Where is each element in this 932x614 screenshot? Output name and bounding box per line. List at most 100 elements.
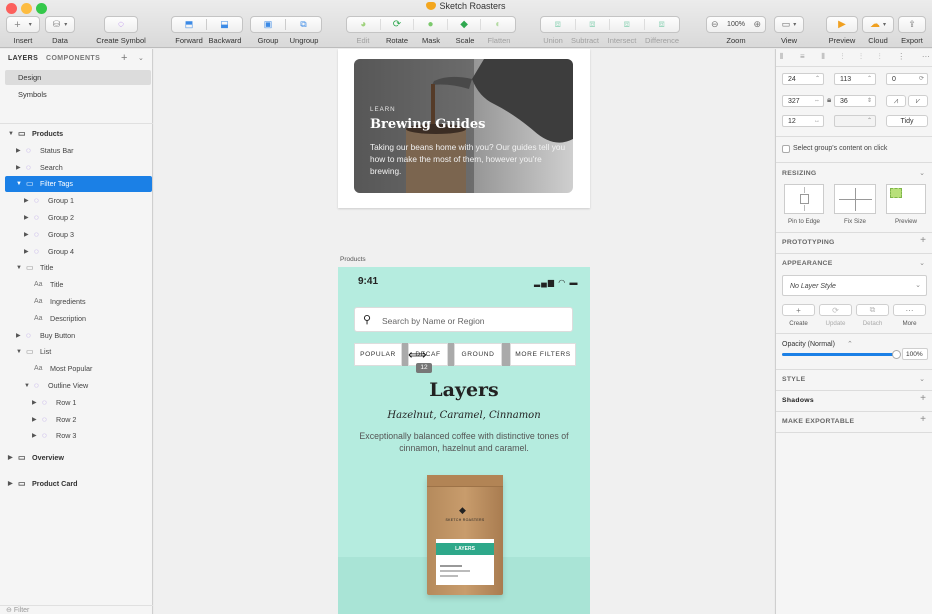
distribute-vertical-icon[interactable]: ⋯	[922, 52, 930, 64]
mask-icon[interactable]: ●	[414, 19, 448, 30]
layer-row[interactable]: ▼ ▭ List	[0, 344, 153, 360]
products-artboard[interactable]: 9:41 ▂▄▆ ◠ ▬ ⚲ Search by Name or Region …	[338, 267, 590, 614]
canvas[interactable]: LEARN Brewing Guides Taking our beans ho…	[154, 49, 774, 614]
artboard-label[interactable]: Products	[340, 256, 366, 263]
disclosure-closed-icon[interactable]: ▶	[8, 476, 13, 492]
y-input[interactable]: 113 ⌃	[834, 73, 876, 85]
disclosure-open-icon[interactable]: ▼	[8, 126, 14, 142]
data-button[interactable]: ⛁ ▾	[45, 16, 75, 33]
add-export-icon[interactable]: +	[920, 414, 926, 425]
disclosure-closed-icon[interactable]: ▶	[32, 412, 37, 428]
layer-row[interactable]: ▶ ▭ Overview	[0, 450, 153, 466]
search-bar[interactable]: ⚲ Search by Name or Region	[354, 307, 573, 332]
detach-style-icon[interactable]: ⧉	[856, 304, 889, 316]
view-button[interactable]: ▭ ▾	[774, 16, 804, 33]
create-style-icon[interactable]: +	[782, 304, 815, 316]
disclosure-closed-icon[interactable]: ▶	[24, 210, 29, 226]
collapse-pages-icon[interactable]: ⌄	[138, 54, 144, 62]
align-middle-icon[interactable]: ⫶	[860, 52, 862, 64]
insert-button[interactable]: + ▾	[6, 16, 40, 33]
layer-row[interactable]: ▶ ◌ Row 1	[0, 395, 153, 411]
group-icon[interactable]: ▣	[251, 19, 287, 30]
intersect-icon[interactable]: ⧈	[610, 19, 645, 30]
zoom-in-icon[interactable]: ⊕	[753, 19, 761, 30]
scale-icon[interactable]: ◆	[448, 19, 482, 30]
rotation-input[interactable]: 0 ⟳	[886, 73, 928, 85]
overview-artboard[interactable]: LEARN Brewing Guides Taking our beans ho…	[338, 49, 590, 208]
layer-row[interactable]: Aa Most Popular	[0, 361, 153, 377]
align-left-icon[interactable]: ⫴	[780, 52, 783, 64]
layer-row[interactable]: ▶ ◌ Group 1	[0, 193, 153, 209]
select-group-checkbox[interactable]	[782, 145, 790, 153]
page-symbols[interactable]: Symbols	[5, 87, 151, 102]
fix-size-control[interactable]	[834, 184, 876, 214]
disclosure-closed-icon[interactable]: ▶	[24, 244, 29, 260]
disclosure-closed-icon[interactable]: ▶	[24, 193, 29, 209]
tab-components[interactable]: COMPONENTS	[46, 55, 100, 62]
page-design[interactable]: Design	[5, 70, 151, 85]
tab-layers[interactable]: LAYERS	[8, 55, 38, 62]
layer-row[interactable]: ▶ ◌ Buy Button	[0, 328, 153, 344]
disclosure-closed-icon[interactable]: ▶	[16, 143, 21, 159]
layer-row[interactable]: Aa Ingredients	[0, 294, 153, 310]
layer-row[interactable]: ▼ ◌ Outline View	[0, 378, 153, 394]
filter-tag-ground[interactable]: GROUND	[454, 343, 502, 366]
layer-row[interactable]: ▼ ▭ Title	[0, 260, 153, 276]
layer-row[interactable]: ▶ ◌ Row 3	[0, 428, 153, 444]
disclosure-closed-icon[interactable]: ▶	[16, 160, 21, 176]
flatten-icon[interactable]: ◐	[481, 19, 515, 30]
disclosure-open-icon[interactable]: ▼	[16, 344, 22, 360]
flip-vertical-icon[interactable]: ⩗	[908, 95, 928, 107]
layer-row[interactable]: Aa Description	[0, 311, 153, 327]
flip-horizontal-icon[interactable]: ⩘	[886, 95, 906, 107]
opacity-mode-stepper-icon[interactable]: ⌃	[847, 340, 853, 348]
union-icon[interactable]: ⧈	[541, 19, 576, 30]
chevron-down-icon[interactable]: ⌄	[919, 169, 925, 177]
layer-row[interactable]: ▶ ◌ Status Bar	[0, 143, 153, 159]
align-top-icon[interactable]: ⫶	[841, 52, 843, 64]
layer-style-select[interactable]: No Layer Style ⌄	[782, 275, 927, 296]
forward-icon[interactable]: ⬒	[172, 19, 208, 30]
chevron-down-icon[interactable]: ⌄	[919, 259, 925, 267]
layer-row[interactable]: ▶ ◌ Group 2	[0, 210, 153, 226]
rotate-icon[interactable]: ⟳	[381, 19, 415, 30]
more-style-icon[interactable]: ···	[893, 304, 926, 316]
layer-row[interactable]: ▶ ▭ Product Card	[0, 476, 153, 492]
align-right-icon[interactable]: ⫴	[821, 52, 824, 64]
filter-tag-more[interactable]: MORE FILTERS	[510, 343, 576, 366]
align-center-icon[interactable]: ≡	[800, 52, 805, 64]
edit-icon[interactable]: ◕	[347, 19, 381, 30]
create-symbol-button[interactable]: ◌	[104, 16, 138, 33]
height-input[interactable]: 36 ⇕	[834, 95, 876, 107]
tidy-button[interactable]: Tidy	[886, 115, 928, 127]
disclosure-closed-icon[interactable]: ▶	[24, 227, 29, 243]
ungroup-icon[interactable]: ⧉	[286, 19, 321, 30]
vertical-spacing-input[interactable]: ⌃	[834, 115, 876, 127]
preview-button[interactable]: ▶	[826, 16, 858, 33]
layer-row[interactable]: Aa Title	[0, 277, 153, 293]
add-shadow-icon[interactable]: +	[920, 393, 926, 404]
disclosure-open-icon[interactable]: ▼	[24, 378, 30, 394]
cloud-button[interactable]: ☁ ▾	[862, 16, 894, 33]
add-page-icon[interactable]: +	[121, 52, 127, 64]
layer-row[interactable]: ▶ ◌ Group 4	[0, 244, 153, 260]
layer-row[interactable]: ▼ ▭ Filter Tags	[5, 176, 152, 193]
filter-field[interactable]: ⊖ Filter	[6, 606, 29, 614]
lock-icon[interactable]: 🔒︎	[827, 95, 831, 105]
chevron-down-icon[interactable]: ⌄	[919, 375, 925, 383]
pin-to-edge-control[interactable]	[784, 184, 824, 214]
zoom-value[interactable]: 100%	[727, 21, 745, 28]
add-prototyping-icon[interactable]: +	[920, 235, 926, 246]
width-input[interactable]: 327 ⇔	[782, 95, 824, 107]
export-button[interactable]: ⇪	[898, 16, 926, 33]
subtract-icon[interactable]: ⧈	[576, 19, 610, 30]
disclosure-closed-icon[interactable]: ▶	[8, 450, 13, 466]
x-input[interactable]: 24 ⌃	[782, 73, 824, 85]
backward-icon[interactable]: ⬓	[207, 19, 242, 30]
opacity-slider-track[interactable]	[782, 350, 901, 359]
difference-icon[interactable]: ⧈	[645, 19, 679, 30]
layer-row[interactable]: ▶ ◌ Row 2	[0, 412, 153, 428]
disclosure-closed-icon[interactable]: ▶	[32, 428, 37, 444]
brewing-guides-card[interactable]: LEARN Brewing Guides Taking our beans ho…	[354, 59, 573, 193]
update-style-icon[interactable]: ⟳	[819, 304, 852, 316]
